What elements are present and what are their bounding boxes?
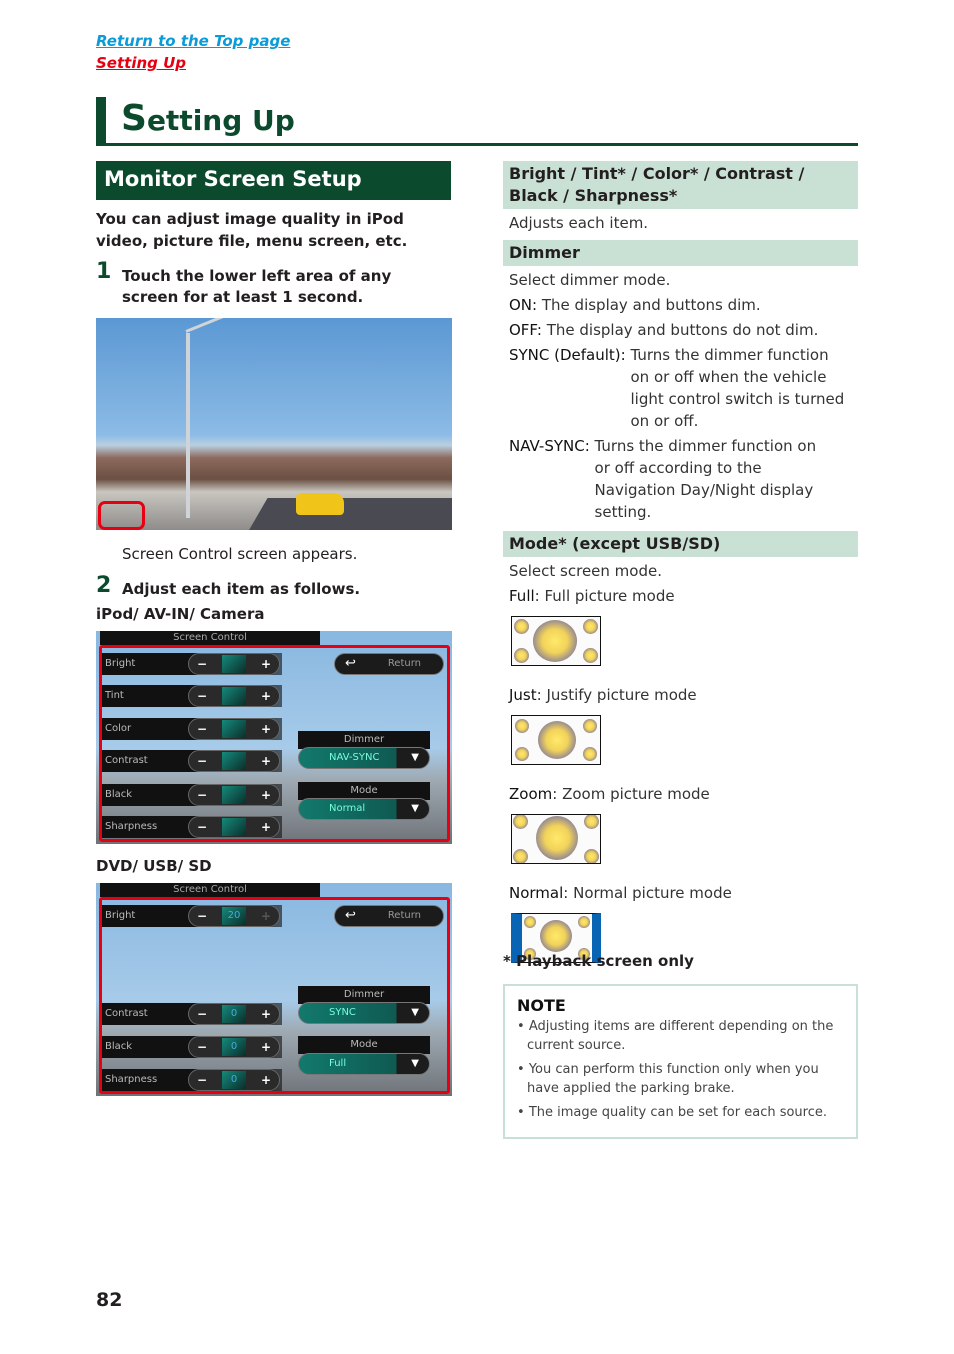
dimmer-description: Select dimmer mode.	[509, 271, 671, 289]
option-text: The display and buttons dim.	[541, 296, 761, 314]
mode-normal-label: Normal: Normal picture mode	[509, 882, 852, 904]
full-mode-icon	[511, 616, 601, 666]
mode-key: Full	[509, 587, 535, 605]
step-2-text: Adjust each item as follows.	[122, 580, 361, 598]
screen-control-title: Screen Control	[100, 631, 320, 645]
city-road-screenshot	[96, 318, 452, 530]
just-mode-icon	[511, 715, 601, 765]
mode-key: Zoom	[509, 785, 553, 803]
dimmer-option-on: ON: The display and buttons dim.	[509, 294, 852, 316]
dimmer-option-sync: SYNC (Default): Turns the dimmer functio…	[509, 344, 852, 432]
option-key: ON:	[509, 296, 538, 314]
playback-footnote: * Playback screen only	[503, 952, 694, 970]
step-1-number: 1	[96, 259, 112, 284]
dimmer-heading: Dimmer	[503, 240, 858, 266]
page-title: Setting Up	[121, 98, 295, 139]
title-divider	[96, 143, 858, 146]
intro-text: You can adjust image quality in iPod vid…	[96, 210, 408, 250]
mode-text: : Zoom picture mode	[552, 785, 710, 803]
option-text: Turns the dimmer function on or off acco…	[594, 437, 817, 521]
step-2-number: 2	[96, 573, 112, 598]
option-key: NAV-SYNC:	[509, 437, 590, 455]
dimmer-section: Select dimmer mode. ON: The display and …	[503, 266, 858, 523]
step-1-text: Touch the lower left area of any screen …	[122, 267, 392, 306]
mode-description: Select screen mode.	[509, 562, 662, 580]
title-accent-bar	[96, 97, 106, 145]
option-key: OFF:	[509, 321, 542, 339]
source-label-ipod: iPod/ AV-IN/ Camera	[96, 605, 265, 623]
dimmer-option-nav-sync: NAV-SYNC: Turns the dimmer function on o…	[509, 435, 852, 523]
note-box: NOTE • Adjusting items are different dep…	[503, 984, 858, 1139]
street-lamp	[186, 333, 190, 518]
mode-heading: Mode* (except USB/SD)	[503, 531, 858, 557]
street-lamp-arm	[185, 318, 243, 333]
settings-descriptions: Bright / Tint* / Color* / Contrast / Bla…	[503, 161, 858, 963]
highlight-frame	[99, 645, 450, 842]
option-text: The display and buttons do not dim.	[546, 321, 819, 339]
mode-just-label: Just: Justify picture mode	[509, 684, 852, 706]
note-title: NOTE	[517, 996, 566, 1015]
return-to-top-link[interactable]: Return to the Top page	[96, 32, 290, 50]
screen-control-ipod: Screen Control Bright − + Tint − + Color −…	[96, 631, 452, 844]
road	[244, 498, 452, 530]
source-label-dvd: DVD/ USB/ SD	[96, 857, 212, 875]
zoom-mode-icon	[511, 814, 601, 864]
option-text: Turns the dimmer function on or off when…	[630, 346, 845, 430]
screen-control-title: Screen Control	[100, 883, 320, 897]
option-key: SYNC (Default):	[509, 346, 626, 364]
screen-control-dvd: Screen Control Bright −20 + Contrast −0 + …	[96, 883, 452, 1096]
note-item-text: You can perform this function only when …	[527, 1062, 819, 1096]
mode-section: Select screen mode. Full: Full picture m…	[503, 557, 858, 963]
note-item-text: The image quality can be set for each so…	[528, 1105, 828, 1120]
title-initial: S	[121, 98, 147, 139]
note-item: • You can perform this function only whe…	[517, 1062, 819, 1096]
adjust-description: Adjusts each item.	[509, 214, 649, 232]
note-list: • Adjusting items are different dependin…	[517, 1017, 844, 1122]
mode-full-label: Full: Full picture mode	[509, 585, 852, 607]
highlight-frame	[99, 897, 450, 1094]
step-1-caption: Screen Control screen appears.	[122, 545, 358, 563]
dimmer-option-off: OFF: The display and buttons do not dim.	[509, 319, 852, 341]
taxi	[296, 493, 344, 515]
page-number: 82	[96, 1289, 123, 1311]
mode-text: : Justify picture mode	[536, 686, 697, 704]
adjust-heading: Bright / Tint* / Color* / Contrast / Bla…	[503, 161, 858, 209]
note-item: • Adjusting items are different dependin…	[517, 1019, 834, 1053]
title-rest: etting Up	[146, 104, 295, 137]
setting-up-link[interactable]: Setting Up	[96, 54, 186, 72]
mode-key: Just	[509, 686, 537, 704]
mode-key: Normal	[509, 884, 564, 902]
note-item: • The image quality can be set for each …	[517, 1105, 828, 1120]
touch-area-highlight[interactable]	[98, 501, 145, 530]
mode-text: : Normal picture mode	[563, 884, 732, 902]
mode-text: : Full picture mode	[534, 587, 675, 605]
section-heading: Monitor Screen Setup	[96, 161, 451, 200]
mode-zoom-label: Zoom: Zoom picture mode	[509, 783, 852, 805]
note-item-text: Adjusting items are different depending …	[527, 1019, 834, 1053]
